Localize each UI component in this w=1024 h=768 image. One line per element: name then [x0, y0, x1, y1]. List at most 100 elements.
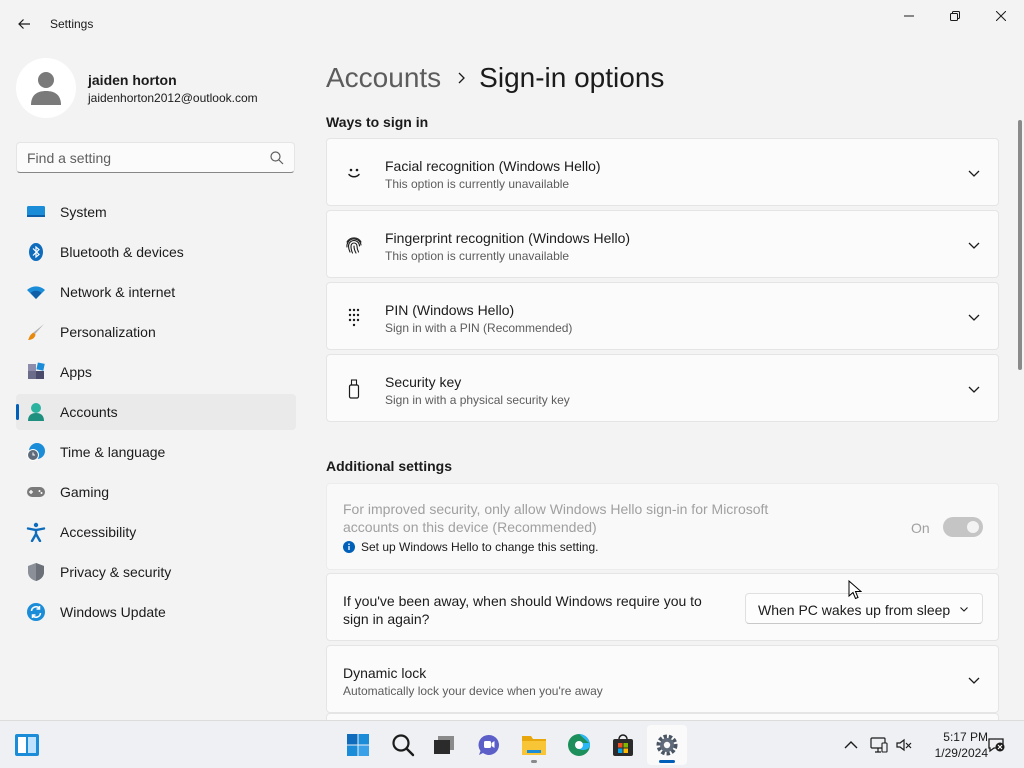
sidebar-item-personalization[interactable]: Personalization [16, 314, 296, 350]
edge-button[interactable] [559, 725, 599, 765]
dynamic-lock-card[interactable]: Dynamic lock Automatically lock your dev… [326, 645, 999, 713]
clock[interactable]: 5:17 PM 1/29/2024 [918, 729, 988, 761]
hello-only-setting-card: For improved security, only allow Window… [326, 483, 999, 570]
sidebar-item-windows-update[interactable]: Windows Update [16, 594, 296, 630]
settings-taskbar-button[interactable] [647, 725, 687, 765]
back-arrow-icon [18, 19, 30, 29]
sidebar-item-label: Network & internet [60, 284, 176, 300]
network-tray-button[interactable] [869, 735, 889, 755]
minimize-button[interactable] [886, 0, 932, 32]
notification-center-button[interactable] [986, 735, 1006, 755]
toggle-state-label: On [911, 520, 930, 536]
breadcrumb: Accounts Sign-in options [326, 58, 664, 98]
task-view-button[interactable] [424, 725, 464, 765]
page-title: Sign-in options [479, 62, 665, 93]
sidebar-item-network[interactable]: Network & internet [16, 274, 296, 310]
volume-tray-button[interactable] [894, 735, 914, 755]
sidebar-item-accounts[interactable]: Accounts [16, 394, 296, 430]
content-scrollbar[interactable] [1018, 120, 1022, 370]
mouse-cursor-icon [848, 580, 862, 600]
chevron-down-icon [968, 314, 980, 321]
chat-icon [478, 734, 499, 755]
card-subtitle: Sign in with a physical security key [385, 393, 570, 407]
gamepad-icon [27, 487, 45, 497]
require-sign-in-dropdown[interactable]: When PC wakes up from sleep [745, 593, 983, 624]
hello-only-toggle[interactable] [943, 517, 983, 537]
usb-key-icon [348, 379, 360, 399]
clock-date: 1/29/2024 [934, 746, 988, 760]
hello-only-info-text: Set up Windows Hello to change this sett… [361, 540, 599, 554]
sidebar-item-label: Gaming [60, 484, 110, 500]
sidebar-item-time-language[interactable]: Time & language [16, 434, 296, 470]
chevron-up-icon [844, 741, 858, 749]
wifi-icon [27, 286, 45, 299]
chevron-down-icon [960, 607, 968, 612]
hello-only-info: Set up Windows Hello to change this sett… [343, 540, 598, 554]
avatar [16, 58, 76, 118]
section-title-additional: Additional settings [326, 458, 452, 474]
sidebar-item-label: Bluetooth & devices [60, 244, 184, 260]
maximize-button[interactable] [932, 0, 978, 32]
sidebar-item-bluetooth[interactable]: Bluetooth & devices [16, 234, 296, 270]
app-title: Settings [50, 17, 94, 31]
info-icon [343, 541, 355, 553]
chevron-down-icon [968, 170, 980, 177]
sidebar-nav: System Bluetooth & devices Network & int… [16, 194, 296, 634]
card-title: Facial recognition (Windows Hello) [385, 158, 601, 174]
store-icon [613, 734, 633, 756]
update-icon [27, 603, 45, 621]
maximize-icon [950, 11, 960, 21]
breadcrumb-parent[interactable]: Accounts [326, 62, 441, 94]
close-button[interactable] [978, 0, 1024, 32]
sidebar-item-accessibility[interactable]: Accessibility [16, 514, 296, 550]
sidebar-item-privacy[interactable]: Privacy & security [16, 554, 296, 590]
active-app-indicator [659, 760, 675, 763]
chevron-right-icon [458, 72, 466, 84]
hello-only-text: For improved security, only allow Window… [343, 501, 769, 535]
apps-icon [28, 362, 45, 379]
volume-muted-icon [896, 738, 912, 752]
profile-name: jaiden horton [88, 72, 177, 88]
sidebar-item-label: Windows Update [60, 604, 166, 620]
back-button[interactable] [10, 10, 38, 38]
fingerprint-recognition-card[interactable]: Fingerprint recognition (Windows Hello) … [326, 210, 999, 278]
start-button[interactable] [338, 725, 378, 765]
store-button[interactable] [603, 725, 643, 765]
file-explorer-button[interactable] [514, 725, 554, 765]
system-icon [27, 206, 45, 217]
toggle-knob [967, 521, 979, 533]
task-view-icon [434, 736, 454, 754]
search-input[interactable] [27, 149, 257, 167]
card-subtitle: This option is currently unavailable [385, 177, 570, 191]
pin-card[interactable]: PIN (Windows Hello) Sign in with a PIN (… [326, 282, 999, 350]
section-title-ways: Ways to sign in [326, 114, 429, 130]
user-icon [31, 72, 61, 105]
fingerprint-icon [346, 237, 362, 254]
face-icon [348, 168, 360, 178]
sidebar-item-label: System [60, 204, 107, 220]
sidebar-item-system[interactable]: System [16, 194, 296, 230]
search-box[interactable] [16, 142, 295, 173]
taskbar-search-button[interactable] [383, 725, 423, 765]
sidebar-item-label: Accessibility [60, 524, 137, 540]
card-title: Fingerprint recognition (Windows Hello) [385, 230, 631, 246]
sidebar-item-gaming[interactable]: Gaming [16, 474, 296, 510]
dropdown-value: When PC wakes up from sleep [758, 602, 951, 618]
clock-time: 5:17 PM [943, 730, 988, 744]
facial-recognition-card[interactable]: Facial recognition (Windows Hello) This … [326, 138, 999, 206]
settings-gear-icon [656, 734, 678, 756]
sidebar-item-apps[interactable]: Apps [16, 354, 296, 390]
chat-button[interactable] [469, 725, 509, 765]
widgets-icon [15, 734, 39, 756]
security-key-card[interactable]: Security key Sign in with a physical sec… [326, 354, 999, 422]
accounts-icon [28, 403, 44, 421]
user-profile[interactable]: jaiden horton jaidenhorton2012@outlook.c… [16, 58, 306, 118]
show-hidden-icons-button[interactable] [841, 735, 861, 755]
file-explorer-icon [522, 736, 546, 755]
card-subtitle: This option is currently unavailable [385, 249, 570, 263]
brush-icon [28, 324, 44, 340]
widgets-button[interactable] [14, 733, 40, 757]
notification-icon [988, 738, 1005, 753]
bluetooth-icon [29, 243, 43, 261]
accessibility-icon [26, 522, 46, 542]
